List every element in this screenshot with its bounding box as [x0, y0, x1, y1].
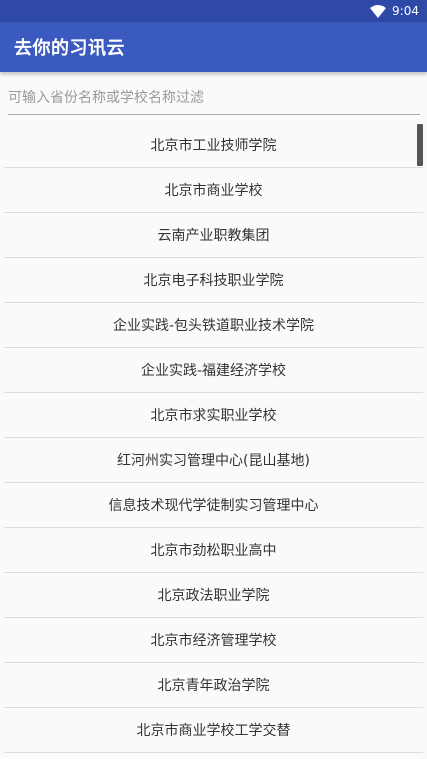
search-input[interactable]	[8, 86, 420, 115]
status-bar: 9:04	[0, 0, 427, 22]
school-list[interactable]: 北京市工业技师学院 北京市商业学校 云南产业职教集团 北京电子科技职业学院 企业…	[0, 123, 427, 759]
app-bar: 去你的习讯云	[0, 22, 427, 72]
list-item[interactable]: 云南产业职教集团	[4, 213, 423, 258]
list-item[interactable]: 北京市商业学校工学交替	[4, 708, 423, 753]
wifi-icon	[370, 4, 388, 18]
list-item[interactable]: 企业实践-包头铁道职业技术学院	[4, 303, 423, 348]
list-item[interactable]: 企业实践-福建经济学校	[4, 348, 423, 393]
list-item[interactable]: 北京政法职业学院	[4, 573, 423, 618]
app-title: 去你的习讯云	[14, 38, 125, 59]
list-item[interactable]: 信息技术现代学徒制实习管理中心	[4, 483, 423, 528]
list-item[interactable]: 北京市经济管理学校	[4, 618, 423, 663]
scrollbar-thumb[interactable]	[417, 124, 423, 166]
list-item[interactable]: 北京市求实职业学校	[4, 393, 423, 438]
list-item[interactable]: 北京市商业学校	[4, 168, 423, 213]
list-item[interactable]: 北京青年政治学院	[4, 663, 423, 708]
list-item[interactable]: 北京电子科技职业学院	[4, 258, 423, 303]
list-item[interactable]: 北京市工业技师学院	[4, 123, 423, 168]
search-container	[0, 72, 427, 116]
status-time: 9:04	[392, 4, 419, 18]
list-item[interactable]: 北京市劲松职业高中	[4, 528, 423, 573]
list-item[interactable]: 红河州实习管理中心(昆山基地)	[4, 438, 423, 483]
